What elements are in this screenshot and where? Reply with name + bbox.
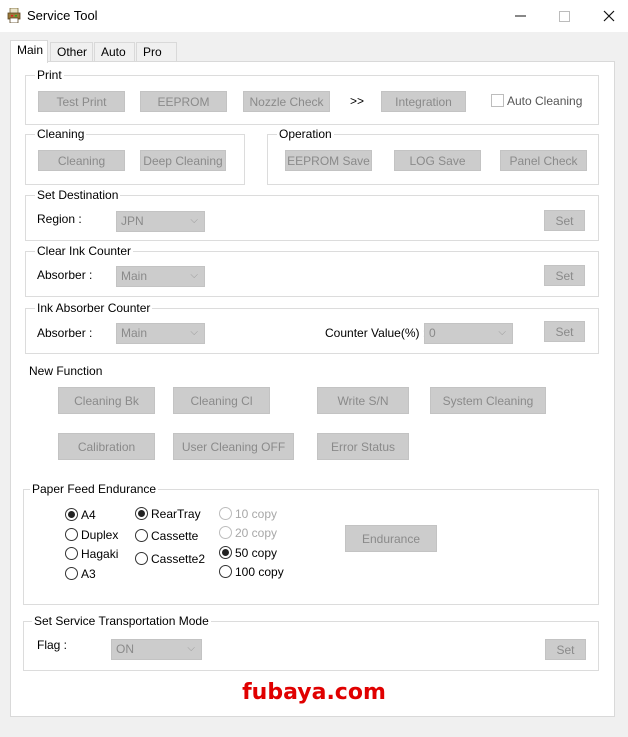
size-radio-duplex[interactable] bbox=[65, 528, 78, 541]
size-label-hagaki: Hagaki bbox=[81, 547, 119, 561]
transport-set-button[interactable]: Set bbox=[545, 639, 586, 660]
window-title: Service Tool bbox=[27, 8, 98, 23]
endurance-button[interactable]: Endurance bbox=[345, 525, 437, 552]
clear-absorber-select-value: Main bbox=[121, 269, 148, 283]
chevron-down-icon: ⌵ bbox=[190, 327, 198, 338]
system-cleaning-button[interactable]: System Cleaning bbox=[430, 387, 546, 414]
source-radio-cassette[interactable] bbox=[135, 529, 148, 542]
flag-select[interactable]: ON ⌵ bbox=[111, 639, 202, 660]
title-bar: Service Tool bbox=[0, 0, 628, 32]
eeprom-save-button[interactable]: EEPROM Save bbox=[285, 150, 372, 171]
source-label-reartray: RearTray bbox=[151, 507, 201, 521]
absorber-select-value: Main bbox=[121, 326, 148, 340]
tab-pro[interactable]: Pro bbox=[136, 42, 177, 62]
copy-radio-10[interactable] bbox=[219, 507, 232, 520]
size-radio-a4[interactable] bbox=[65, 508, 78, 521]
copy-radio-20[interactable] bbox=[219, 526, 232, 539]
flag-select-value: ON bbox=[116, 642, 134, 656]
tab-other[interactable]: Other bbox=[50, 42, 93, 62]
copy-radio-100[interactable] bbox=[219, 565, 232, 578]
set-destination-legend: Set Destination bbox=[35, 188, 121, 202]
counter-value-select-value: 0 bbox=[429, 326, 436, 340]
chevron-down-icon: ⌵ bbox=[190, 270, 198, 281]
ink-absorber-set-button[interactable]: Set bbox=[544, 321, 585, 342]
tab-auto[interactable]: Auto bbox=[94, 42, 135, 62]
clear-absorber-select[interactable]: Main ⌵ bbox=[116, 266, 205, 287]
cleaning-legend: Cleaning bbox=[35, 127, 87, 141]
cleaning-bk-button[interactable]: Cleaning Bk bbox=[58, 387, 155, 414]
region-select[interactable]: JPN ⌵ bbox=[116, 211, 205, 232]
copy-label-100: 100 copy bbox=[235, 565, 284, 579]
panel-check-button[interactable]: Panel Check bbox=[500, 150, 587, 171]
user-cleaning-off-button[interactable]: User Cleaning OFF bbox=[173, 433, 294, 460]
printer-app-icon bbox=[7, 8, 21, 23]
tab-main[interactable]: Main bbox=[10, 40, 48, 63]
auto-cleaning-checkbox[interactable] bbox=[491, 94, 504, 107]
absorber-label: Absorber : bbox=[37, 326, 93, 340]
counter-value-select[interactable]: 0 ⌵ bbox=[424, 323, 513, 344]
size-label-duplex: Duplex bbox=[81, 528, 119, 542]
copy-label-10: 10 copy bbox=[235, 507, 278, 521]
size-radio-hagaki[interactable] bbox=[65, 547, 78, 560]
eeprom-button[interactable]: EEPROM bbox=[140, 91, 227, 112]
test-print-button[interactable]: Test Print bbox=[38, 91, 125, 112]
write-sn-button[interactable]: Write S/N bbox=[317, 387, 409, 414]
deep-cleaning-button[interactable]: Deep Cleaning bbox=[140, 150, 226, 171]
maximize-button[interactable] bbox=[541, 0, 587, 32]
auto-cleaning-label: Auto Cleaning bbox=[507, 94, 583, 108]
maximize-icon bbox=[558, 10, 570, 22]
operation-legend: Operation bbox=[277, 127, 334, 141]
clear-absorber-label: Absorber : bbox=[37, 268, 93, 282]
flag-label: Flag : bbox=[37, 638, 68, 652]
chevron-down-icon: ⌵ bbox=[498, 327, 506, 338]
new-function-title: New Function bbox=[29, 364, 103, 378]
transportation-mode-legend: Set Service Transportation Mode bbox=[32, 614, 211, 628]
paper-feed-endurance-legend: Paper Feed Endurance bbox=[30, 482, 159, 496]
clear-ink-counter-set-button[interactable]: Set bbox=[544, 265, 585, 286]
chevron-down-icon: ⌵ bbox=[187, 643, 195, 654]
size-radio-a3[interactable] bbox=[65, 567, 78, 580]
region-select-value: JPN bbox=[121, 214, 144, 228]
set-destination-button[interactable]: Set bbox=[544, 210, 585, 231]
error-status-button[interactable]: Error Status bbox=[317, 433, 409, 460]
copy-radio-50[interactable] bbox=[219, 546, 232, 559]
minimize-icon bbox=[514, 15, 526, 17]
copy-label-50: 50 copy bbox=[235, 546, 278, 560]
source-radio-cassette2[interactable] bbox=[135, 552, 148, 565]
counter-value-label: Counter Value(%) : bbox=[325, 326, 427, 340]
transportation-mode-group bbox=[23, 621, 599, 671]
source-label-cassette: Cassette bbox=[151, 529, 199, 543]
calibration-button[interactable]: Calibration bbox=[58, 433, 155, 460]
copy-label-20: 20 copy bbox=[235, 526, 278, 540]
region-label: Region : bbox=[37, 212, 82, 226]
watermark-text: fubaya.com bbox=[242, 680, 386, 705]
source-label-cassette2: Cassette2 bbox=[151, 552, 206, 566]
print-legend: Print bbox=[35, 68, 64, 82]
chevron-down-icon: ⌵ bbox=[190, 215, 198, 226]
absorber-select[interactable]: Main ⌵ bbox=[116, 323, 205, 344]
integration-button[interactable]: Integration bbox=[381, 91, 466, 112]
cleaning-cl-button[interactable]: Cleaning Cl bbox=[173, 387, 270, 414]
size-label-a4: A4 bbox=[81, 508, 96, 522]
close-icon bbox=[603, 10, 615, 22]
size-label-a3: A3 bbox=[81, 567, 96, 581]
ink-absorber-counter-legend: Ink Absorber Counter bbox=[35, 301, 153, 315]
cleaning-button[interactable]: Cleaning bbox=[38, 150, 125, 171]
arrows-label: >> bbox=[350, 94, 365, 108]
nozzle-check-button[interactable]: Nozzle Check bbox=[243, 91, 330, 112]
minimize-button[interactable] bbox=[497, 0, 543, 32]
clear-ink-counter-legend: Clear Ink Counter bbox=[35, 244, 134, 258]
log-save-button[interactable]: LOG Save bbox=[394, 150, 481, 171]
source-radio-reartray[interactable] bbox=[135, 507, 148, 520]
close-button[interactable] bbox=[586, 0, 628, 32]
